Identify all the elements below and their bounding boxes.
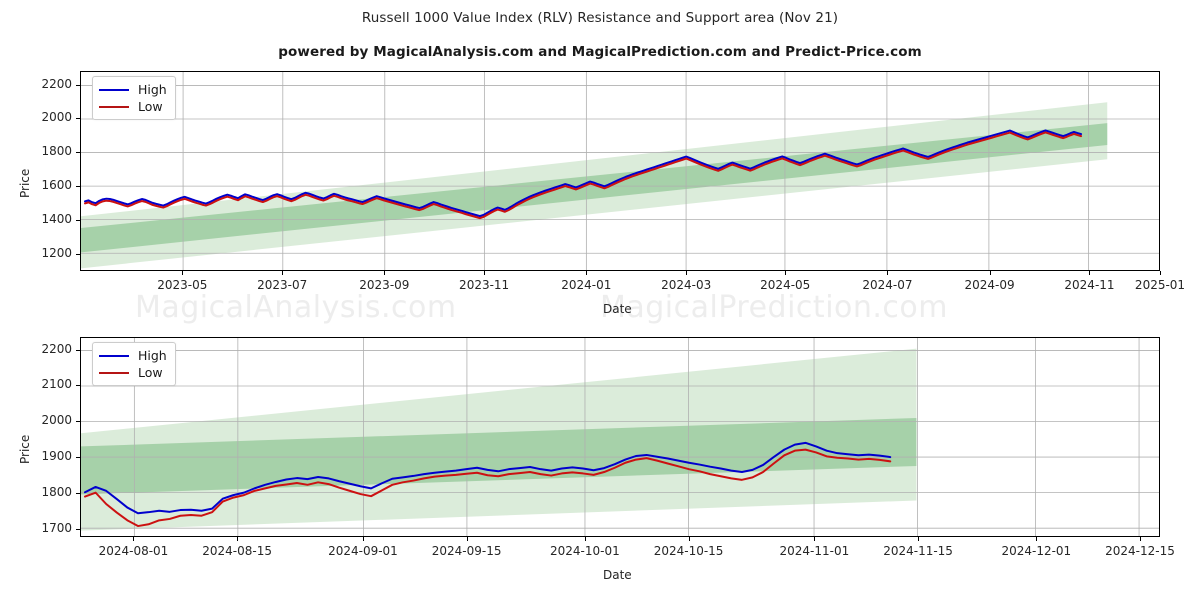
x-tick-label: 2024-07 xyxy=(862,278,913,292)
top-chart-legend: High Low xyxy=(92,76,176,120)
x-tick-mark xyxy=(133,537,135,541)
x-tick-label: 2024-12-01 xyxy=(1001,544,1072,558)
x-tick-mark xyxy=(1140,537,1142,541)
y-tick-label: 1900 xyxy=(41,449,72,464)
y-tick-label: 1700 xyxy=(41,521,72,536)
x-tick-label: 2024-10-01 xyxy=(550,544,620,558)
y-tick-mark xyxy=(76,186,80,188)
y-tick-label: 2200 xyxy=(41,341,72,356)
y-tick-label: 1800 xyxy=(41,485,72,500)
y-tick-label: 1400 xyxy=(41,212,72,227)
y-tick-mark xyxy=(76,529,80,531)
legend-label-low: Low xyxy=(138,365,163,380)
x-tick-mark xyxy=(384,271,386,275)
y-tick-mark xyxy=(76,118,80,120)
y-tick-mark xyxy=(76,349,80,351)
y-tick-mark xyxy=(76,457,80,459)
legend-label-high: High xyxy=(138,82,167,97)
x-tick-mark xyxy=(584,537,586,541)
legend-item-high: High xyxy=(99,81,167,98)
bottom-chart-x-axis-label: Date xyxy=(603,568,632,582)
bottom-chart-plot-area xyxy=(80,337,1160,537)
x-tick-label: 2024-08-01 xyxy=(98,544,169,558)
top-chart-canvas xyxy=(81,72,1159,270)
x-tick-mark xyxy=(785,271,787,275)
legend-label-high: High xyxy=(138,348,167,363)
watermark-text: MagicalAnalysis.com xyxy=(135,290,457,325)
y-tick-mark xyxy=(76,84,80,86)
x-tick-label: 2024-05 xyxy=(760,278,811,292)
x-tick-label: 2024-11-01 xyxy=(779,544,850,558)
x-tick-label: 2023-07 xyxy=(257,278,308,292)
top-chart-x-axis-label: Date xyxy=(603,302,632,316)
legend-swatch-low-icon xyxy=(99,105,129,108)
x-tick-label: 2025-01 xyxy=(1134,278,1186,292)
x-tick-label: 2023-11 xyxy=(459,278,510,292)
x-tick-mark xyxy=(362,537,364,541)
legend-swatch-high-icon xyxy=(99,88,129,91)
x-tick-mark xyxy=(466,537,468,541)
x-tick-label: 2024-12-15 xyxy=(1105,544,1175,558)
top-chart-plot-area xyxy=(80,71,1160,271)
x-tick-mark xyxy=(586,271,588,275)
x-tick-label: 2024-11-15 xyxy=(883,544,953,558)
x-tick-label: 2024-09-15 xyxy=(431,544,502,558)
chart-figure: Russell 1000 Value Index (RLV) Resistanc… xyxy=(0,0,1200,600)
x-tick-mark xyxy=(989,271,991,275)
legend-item-low: Low xyxy=(99,364,167,381)
x-tick-mark xyxy=(282,271,284,275)
x-tick-mark xyxy=(484,271,486,275)
y-tick-label: 2000 xyxy=(41,110,72,125)
legend-label-low: Low xyxy=(138,99,163,114)
y-tick-label: 2100 xyxy=(41,377,72,392)
x-tick-mark xyxy=(688,537,690,541)
y-tick-mark xyxy=(76,493,80,495)
x-tick-mark xyxy=(814,537,816,541)
x-tick-label: 2024-11 xyxy=(1064,278,1115,292)
x-tick-mark xyxy=(182,271,184,275)
x-tick-mark xyxy=(1089,271,1091,275)
x-tick-label: 2024-09-01 xyxy=(328,544,398,558)
chart-subtitle: powered by MagicalAnalysis.com and Magic… xyxy=(278,44,922,60)
x-tick-mark xyxy=(237,537,239,541)
inner-prediction-band xyxy=(81,123,1108,253)
y-tick-mark xyxy=(76,254,80,256)
legend-item-high: High xyxy=(99,347,167,364)
x-tick-mark xyxy=(1036,537,1038,541)
x-tick-label: 2023-09 xyxy=(359,278,410,292)
x-tick-mark xyxy=(1160,271,1161,275)
x-tick-label: 2024-01 xyxy=(561,278,612,292)
x-tick-label: 2023-05 xyxy=(157,278,208,292)
legend-swatch-high-icon xyxy=(99,354,129,357)
y-tick-mark xyxy=(76,385,80,387)
y-tick-label: 1800 xyxy=(41,144,72,159)
x-tick-label: 2024-10-15 xyxy=(653,544,724,558)
page-title: Russell 1000 Value Index (RLV) Resistanc… xyxy=(361,10,839,26)
y-tick-mark xyxy=(76,152,80,154)
watermark-text: MagicalPrediction.com xyxy=(600,290,948,325)
bottom-chart-legend: High Low xyxy=(92,342,176,386)
y-tick-label: 2200 xyxy=(41,76,72,91)
x-tick-label: 2024-08-15 xyxy=(202,544,272,558)
y-tick-mark xyxy=(76,220,80,222)
bottom-chart-canvas xyxy=(81,338,1159,536)
x-tick-mark xyxy=(686,271,688,275)
x-tick-label: 2024-03 xyxy=(661,278,712,292)
y-tick-label: 1600 xyxy=(41,178,72,193)
legend-item-low: Low xyxy=(99,98,167,115)
y-tick-label: 2000 xyxy=(41,413,72,428)
legend-swatch-low-icon xyxy=(99,371,129,374)
x-tick-label: 2024-09 xyxy=(964,278,1015,292)
y-tick-label: 1200 xyxy=(41,246,72,261)
x-tick-mark xyxy=(887,271,889,275)
x-tick-mark xyxy=(918,537,920,541)
y-tick-mark xyxy=(76,421,80,423)
